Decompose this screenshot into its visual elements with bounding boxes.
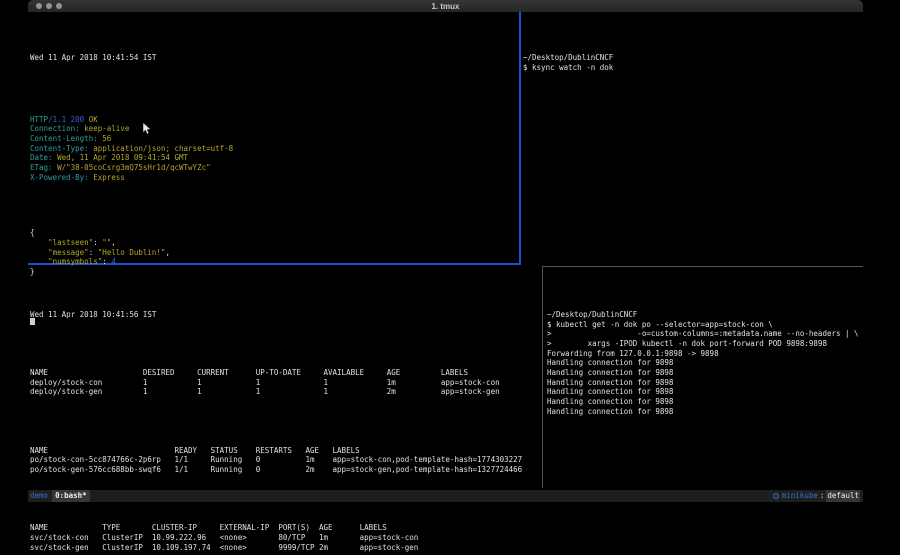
terminal-line: Connection: keep-alive	[30, 124, 517, 134]
terminal-line: ~/Desktop/DublinCNCF	[547, 310, 863, 320]
date-line: Wed 11 Apr 2018 10:41:56 IST	[30, 310, 540, 320]
window-tab-current[interactable]: 0:bash*	[52, 490, 90, 502]
kube-context: minikube	[782, 490, 818, 502]
terminal-line: NAME DESIRED CURRENT UP-TO-DATE AVAILABL…	[30, 368, 540, 378]
mouse-pointer-icon	[142, 122, 152, 140]
pane-kubectl-get[interactable]: Wed 11 Apr 2018 10:41:56 IST NAME DESIRE…	[30, 267, 540, 487]
services-table: NAME TYPE CLUSTER-IP EXTERNAL-IP PORT(S)…	[30, 523, 540, 552]
terminal-line: po/stock-gen-576cc688bb-swqf6 1/1 Runnin…	[30, 465, 540, 475]
http-headers-block: HTTP/1.1 200 OKConnection: keep-aliveCon…	[30, 115, 517, 183]
terminal-line: $ ksync watch -n dok	[523, 63, 861, 73]
terminal-line: Handling connection for 9898	[547, 407, 863, 417]
pane-divider-vertical[interactable]	[542, 266, 543, 488]
terminal-line: Content-Length: 56	[30, 134, 517, 144]
terminal-line: $ kubectl get -n dok po --selector=app=s…	[547, 320, 863, 330]
terminal-line: {	[30, 228, 517, 238]
session-name: demo	[30, 490, 48, 502]
terminal-line: X-Powered-By: Express	[30, 173, 517, 183]
terminal-line: HTTP/1.1 200 OK	[30, 115, 517, 125]
terminal-line: svc/stock-con ClusterIP 10.99.222.96 <no…	[30, 533, 540, 543]
kube-namespace: default	[826, 490, 860, 502]
pane-ksync-watch[interactable]: ~/Desktop/DublinCNCF$ ksync watch -n dok	[523, 12, 861, 262]
pane-port-forward[interactable]: ~/Desktop/DublinCNCF$ kubectl get -n dok…	[547, 267, 863, 487]
terminal-line: Forwarding from 127.0.0.1:9898 -> 9898	[547, 349, 863, 359]
pane-http-response[interactable]: Wed 11 Apr 2018 10:41:54 IST HTTP/1.1 20…	[30, 12, 517, 262]
terminal-line: NAME TYPE CLUSTER-IP EXTERNAL-IP PORT(S)…	[30, 523, 540, 533]
status-right: minikube:default	[772, 490, 860, 502]
terminal-line: po/stock-con-5cc874766c-2p6rp 1/1 Runnin…	[30, 455, 540, 465]
terminal-line: svc/stock-gen ClusterIP 10.109.197.74 <n…	[30, 543, 540, 553]
terminal-line: "lastseen": "",	[30, 238, 517, 248]
terminal-line: deploy/stock-con 1 1 1 1 1m app=stock-co…	[30, 378, 540, 388]
terminal-line: Content-Type: application/json; charset=…	[30, 144, 517, 154]
terminal-line: Handling connection for 9898	[547, 387, 863, 397]
terminal-line: Handling connection for 9898	[547, 378, 863, 388]
active-pane-divider-vertical[interactable]	[519, 12, 521, 264]
terminal-line: Handling connection for 9898	[547, 358, 863, 368]
terminal-line: NAME READY STATUS RESTARTS AGE LABELS	[30, 446, 540, 456]
terminal-line: deploy/stock-gen 1 1 1 1 2m app=stock-ge…	[30, 387, 540, 397]
status-left: demo 0:bash*	[30, 490, 90, 502]
terminal-line: Date: Wed, 11 Apr 2018 09:41:54 GMT	[30, 153, 517, 163]
window-title: 1. tmux	[28, 2, 863, 11]
ksync-output-block: ~/Desktop/DublinCNCF$ ksync watch -n dok	[523, 53, 861, 72]
terminal-line: "message": "Hello Dublin!",	[30, 248, 517, 258]
kube-separator: :	[820, 490, 825, 502]
terminal-line: ETag: W/"38-05coCsrg3mQ75sHr1d/qcWTwYZc"	[30, 163, 517, 173]
terminal-line: Handling connection for 9898	[547, 368, 863, 378]
deployments-table: NAME DESIRED CURRENT UP-TO-DATE AVAILABL…	[30, 368, 540, 397]
date-line: Wed 11 Apr 2018 10:41:54 IST	[30, 53, 517, 63]
terminal-line: > xargs -IPOD kubectl -n dok port-forwar…	[547, 339, 863, 349]
port-forward-output-block: ~/Desktop/DublinCNCF$ kubectl get -n dok…	[547, 310, 863, 417]
screen: 1. tmux Wed 11 Apr 2018 10:41:54 IST HTT…	[0, 0, 900, 555]
window-titlebar[interactable]: 1. tmux	[28, 0, 863, 12]
terminal-line: ~/Desktop/DublinCNCF	[523, 53, 861, 63]
terminal-line: "numsymbols": 4	[30, 257, 517, 267]
terminal-line: Handling connection for 9898	[547, 397, 863, 407]
helm-wheel-icon	[772, 492, 780, 500]
pods-table: NAME READY STATUS RESTARTS AGE LABELSpo/…	[30, 446, 540, 475]
tmux-status-bar: demo 0:bash* minikube:default	[28, 490, 863, 502]
terminal-line: > -o=custom-columns=:metadata.name --no-…	[547, 329, 863, 339]
